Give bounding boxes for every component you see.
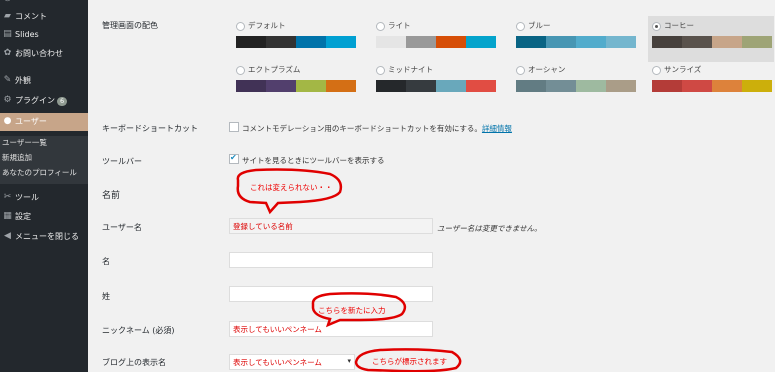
annotation-overlay: [236, 168, 462, 372]
annotation-cannot-change: これは変えられない・・: [250, 183, 333, 192]
annotation-enter-new: こちらを新たに入力: [318, 306, 386, 315]
annotation-displayed: こちらが標示されます: [372, 357, 447, 366]
